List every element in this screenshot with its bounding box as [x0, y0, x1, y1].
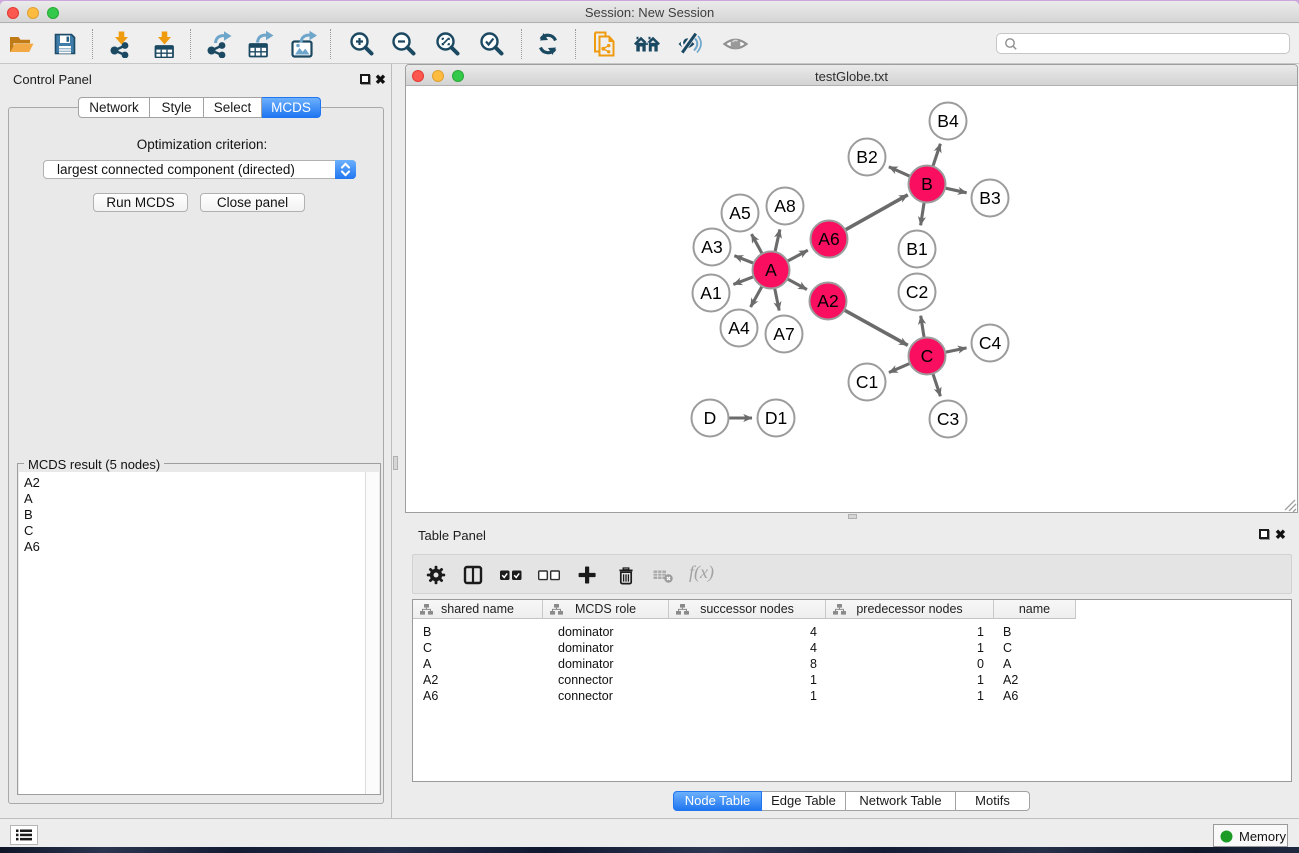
svg-text:B3: B3	[979, 188, 1000, 208]
svg-text:A8: A8	[774, 196, 795, 216]
svg-text:B: B	[921, 174, 933, 194]
svg-text:C: C	[921, 346, 934, 366]
svg-text:A3: A3	[701, 237, 722, 257]
svg-text:A: A	[765, 260, 777, 280]
svg-text:B1: B1	[906, 239, 927, 259]
svg-text:D1: D1	[765, 408, 787, 428]
svg-text:B2: B2	[856, 147, 877, 167]
svg-text:C2: C2	[906, 282, 928, 302]
svg-text:B4: B4	[937, 111, 959, 131]
svg-text:C3: C3	[937, 409, 959, 429]
svg-text:A7: A7	[773, 324, 794, 344]
svg-text:D: D	[704, 408, 717, 428]
svg-text:C4: C4	[979, 333, 1002, 353]
svg-text:A1: A1	[700, 283, 721, 303]
svg-text:C1: C1	[856, 372, 878, 392]
svg-text:A6: A6	[818, 229, 839, 249]
svg-text:A4: A4	[728, 318, 750, 338]
svg-text:A5: A5	[729, 203, 750, 223]
svg-text:A2: A2	[817, 291, 838, 311]
